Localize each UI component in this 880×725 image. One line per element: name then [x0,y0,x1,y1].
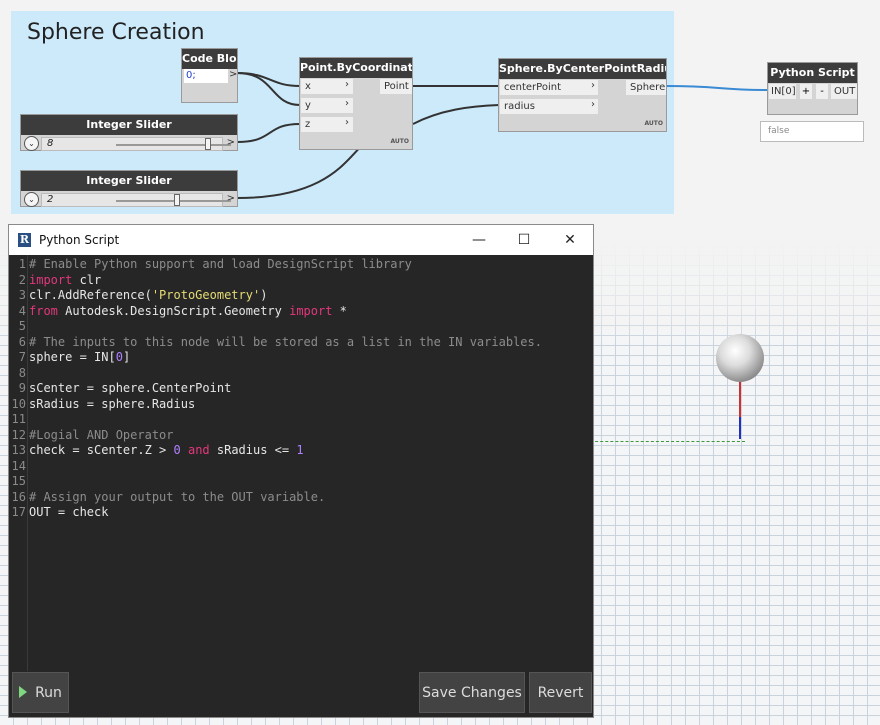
code-text[interactable]: sCenter = sphere.CenterPoint [29,381,231,396]
point-input-x-arrow: › [345,79,349,90]
gutter-separator [27,255,28,671]
line-number: 15 [11,474,26,488]
code-text[interactable]: clr.AddReference('ProtoGeometry') [29,288,267,303]
line-number: 9 [18,381,26,395]
python-input-port[interactable]: IN[0] [769,84,796,99]
y-axis-line [585,441,745,442]
code-text[interactable]: OUT = check [29,505,108,520]
sphere-input-radius-arrow: › [591,99,595,110]
sphere-node-title: Sphere.ByCenterPointRadius [499,59,666,79]
group-title: Sphere Creation [27,20,205,45]
python-script-node[interactable]: Python Script IN[0] + - OUT [767,62,858,115]
code-text[interactable]: #Logial AND Operator [29,428,174,443]
slider-1-output-port[interactable]: > [227,137,235,148]
python-preview-bubble: false [760,121,864,142]
code-text[interactable]: check = sCenter.Z > 0 and sRadius <= 1 [29,443,304,458]
code-block-output-port[interactable]: > [229,69,237,80]
code-text[interactable]: from Autodesk.DesignScript.Geometry impo… [29,304,347,319]
close-icon[interactable]: ✕ [548,225,592,255]
line-number: 5 [18,319,26,333]
integer-slider-node-2[interactable]: Integer Slider ⌄ 2 > [20,170,238,207]
sphere-bycenterpointradius-node[interactable]: Sphere.ByCenterPointRadius centerPoint ›… [498,58,667,132]
line-number: 3 [18,288,26,302]
point-lacing-label: AUTO [390,138,409,145]
z-axis-line [739,417,741,439]
point-output[interactable]: Point [380,79,412,94]
slider-1-value[interactable]: 8 [47,138,53,149]
sphere-lacing-label: AUTO [644,120,663,127]
run-play-icon [19,686,28,698]
sphere-output[interactable]: Sphere [626,80,666,95]
slider-1-track[interactable] [116,144,231,146]
code-text[interactable]: sRadius = sphere.Radius [29,397,195,412]
editor-title: Python Script [39,233,120,247]
line-number: 1 [18,257,26,271]
code-block-node[interactable]: Code Block 0; > [181,48,238,103]
integer-slider-node-1[interactable]: Integer Slider ⌄ 8 > [20,114,238,151]
code-text[interactable]: # Assign your output to the OUT variable… [29,490,325,505]
point-bycoordinates-node[interactable]: Point.ByCoordinates x › y › z › Point AU… [299,57,413,150]
line-number: 4 [18,303,26,318]
slider-2-thumb[interactable] [173,194,180,206]
python-editor-window[interactable]: R Python Script — ☐ ✕ 1 # Enable Python s… [8,224,594,718]
python-remove-input-button[interactable]: - [816,84,828,99]
revit-logo-icon: R [18,233,31,247]
sphere-geometry-preview[interactable] [716,334,764,382]
line-number: 6 [18,334,26,349]
maximize-icon[interactable]: ☐ [502,225,546,255]
point-input-z-arrow: › [345,117,349,128]
editor-titlebar[interactable]: R Python Script — ☐ ✕ [9,225,593,255]
slider-chevron-icon[interactable]: ⌄ [24,192,39,207]
wire-sphere-to-python [665,85,769,91]
editor-bottom-bar: Run Save Changes Revert [9,671,593,717]
slider-2-value[interactable]: 2 [47,194,53,205]
line-number: 7 [18,350,26,364]
slider-chevron-icon[interactable]: ⌄ [24,136,39,151]
line-number: 8 [18,365,26,380]
x-axis-line [739,377,741,417]
line-number: 12 [11,427,26,442]
slider-2-output-port[interactable]: > [227,193,235,204]
python-output-port[interactable]: OUT [831,84,857,99]
python-node-title: Python Script [768,63,857,83]
code-block-title: Code Block [182,49,237,69]
minimize-icon[interactable]: — [457,225,501,255]
line-number: 17 [11,505,26,519]
point-input-y-arrow: › [345,98,349,109]
sphere-input-radius[interactable]: radius [500,99,598,114]
line-number: 14 [11,458,26,473]
line-number: 16 [11,489,26,504]
run-button[interactable]: Run [12,672,69,713]
slider-2-title: Integer Slider [21,171,237,191]
code-text[interactable]: # The inputs to this node will be stored… [29,335,542,350]
code-text[interactable]: # Enable Python support and load DesignS… [29,257,412,272]
run-label: Run [35,685,62,701]
revert-button[interactable]: Revert [529,672,592,713]
line-number: 13 [11,443,26,457]
point-node-title: Point.ByCoordinates [300,58,412,78]
line-number: 10 [11,396,26,411]
python-add-input-button[interactable]: + [800,84,812,99]
slider-1-title: Integer Slider [21,115,237,135]
save-changes-button[interactable]: Save Changes [419,672,525,713]
code-text[interactable]: import clr [29,273,101,288]
code-text[interactable]: sphere = IN[0] [29,350,130,365]
code-editor[interactable]: 1 # Enable Python support and load Design… [9,255,593,671]
line-number: 2 [18,272,26,287]
line-number: 11 [11,412,26,426]
slider-1-thumb[interactable] [205,138,211,150]
code-block-input[interactable]: 0; [184,69,228,83]
sphere-input-centerpoint[interactable]: centerPoint [500,80,598,95]
sphere-input-centerpoint-arrow: › [591,80,595,91]
